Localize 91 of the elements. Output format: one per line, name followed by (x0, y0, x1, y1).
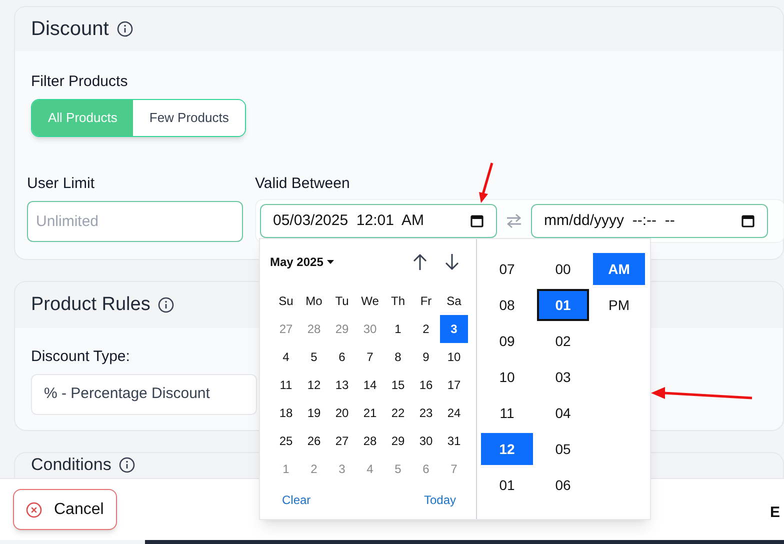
calendar-day[interactable]: 22 (384, 399, 412, 427)
select-field[interactable]: % - Percentage Discount (31, 374, 257, 415)
calendar-day[interactable]: 7 (440, 455, 468, 483)
section-title: Conditions (31, 455, 112, 475)
weekday-label: Tu (334, 293, 350, 310)
calendar-day[interactable]: 17 (440, 371, 468, 399)
calendar-day[interactable]: 11 (272, 371, 300, 399)
period-option[interactable]: PM (593, 289, 645, 321)
section-title: Product Rules (31, 292, 150, 317)
calendar-day[interactable]: 4 (272, 343, 300, 371)
weekday-label: Th (390, 293, 406, 310)
calendar-day[interactable]: 27 (328, 427, 356, 455)
calendar-day[interactable]: 1 (272, 455, 300, 483)
weekday-label: Mo (304, 293, 324, 310)
hour-option[interactable]: 08 (481, 289, 533, 321)
weekday-label: We (360, 293, 380, 310)
calendar-day[interactable]: 16 (412, 371, 440, 399)
minute-option[interactable]: 02 (537, 325, 589, 357)
calendar-day[interactable]: 28 (300, 315, 328, 343)
hour-option[interactable]: 10 (481, 361, 533, 393)
weekday-label: Su (278, 293, 294, 310)
input-field[interactable]: Unlimited (27, 201, 243, 242)
hour-option[interactable]: 09 (481, 325, 533, 357)
cancel-button[interactable]: Cancel (13, 489, 117, 530)
close-icon (26, 502, 42, 518)
calendar-day[interactable]: 5 (300, 343, 328, 371)
section-title: Discount (31, 17, 109, 42)
calendar-day[interactable]: 31 (440, 427, 468, 455)
calendar-day[interactable]: 28 (356, 427, 384, 455)
calendar-day[interactable]: 1 (384, 315, 412, 343)
calendar-day[interactable]: 2 (300, 455, 328, 483)
hour-option[interactable]: 01 (481, 469, 533, 501)
today-link[interactable]: Today (424, 491, 456, 509)
calendar-day[interactable]: 10 (440, 343, 468, 371)
month-dropdown[interactable]: May 2025 (270, 253, 334, 271)
datetime-field[interactable]: mm/dd/yyyy --:-- -- (531, 204, 768, 238)
info-icon (119, 457, 136, 473)
hour-option[interactable]: 07 (481, 253, 533, 285)
calendar-day[interactable]: 19 (300, 399, 328, 427)
calendar-day[interactable]: 21 (356, 399, 384, 427)
info-icon (116, 21, 133, 37)
info-icon (158, 297, 174, 313)
filter-option[interactable]: Few Products (133, 100, 245, 136)
arrow-up-icon[interactable] (412, 253, 428, 271)
clear-link[interactable]: Clear (282, 491, 311, 509)
calendar-day[interactable]: 13 (328, 371, 356, 399)
calendar-day[interactable]: 3 (440, 315, 468, 343)
calendar-day[interactable]: 5 (384, 455, 412, 483)
period-option[interactable]: AM (593, 253, 645, 285)
calendar-day[interactable]: 24 (440, 399, 468, 427)
minute-option[interactable]: 03 (537, 361, 589, 393)
calendar-day[interactable]: 6 (412, 455, 440, 483)
calendar-day[interactable]: 7 (356, 343, 384, 371)
weekday-label: Fr (419, 293, 433, 310)
calendar-day[interactable]: 9 (412, 343, 440, 371)
calendar-day[interactable]: 2 (412, 315, 440, 343)
calendar-day[interactable]: 18 (272, 399, 300, 427)
field-label: Discount Type: (31, 347, 130, 367)
minute-option[interactable]: 04 (537, 397, 589, 429)
hour-option[interactable]: 12 (481, 433, 533, 465)
minute-option[interactable]: 00 (537, 253, 589, 285)
weekday-label: Sa (446, 293, 462, 310)
calendar-day[interactable]: 8 (384, 343, 412, 371)
calendar-day[interactable]: 6 (328, 343, 356, 371)
calendar-day[interactable]: 12 (300, 371, 328, 399)
minute-option[interactable]: 01 (537, 289, 589, 321)
calendar-day[interactable]: 4 (356, 455, 384, 483)
calendar-day[interactable]: 30 (356, 315, 384, 343)
field-label: User Limit (27, 174, 95, 194)
calendar-day[interactable]: 26 (300, 427, 328, 455)
calendar-day[interactable]: 30 (412, 427, 440, 455)
button-label[interactable]: E (770, 502, 780, 524)
calendar-day[interactable]: 3 (328, 455, 356, 483)
annotation-arrow (478, 162, 494, 204)
calendar-day[interactable]: 20 (328, 399, 356, 427)
calendar-day[interactable]: 27 (272, 315, 300, 343)
minute-option[interactable]: 06 (537, 469, 589, 501)
minute-option[interactable]: 05 (537, 433, 589, 465)
calendar-day[interactable]: 14 (356, 371, 384, 399)
field-label: Filter Products (31, 72, 128, 92)
calendar-day[interactable]: 29 (328, 315, 356, 343)
calendar-day[interactable]: 25 (272, 427, 300, 455)
datetime-field[interactable]: 05/03/2025 12:01 AM (260, 204, 497, 238)
field-label: Valid Between (255, 174, 350, 194)
arrow-down-icon[interactable] (444, 253, 460, 271)
calendar-day[interactable]: 23 (412, 399, 440, 427)
calendar-day[interactable]: 15 (384, 371, 412, 399)
calendar-icon[interactable] (741, 214, 755, 228)
calendar-icon[interactable] (470, 214, 484, 228)
hour-option[interactable]: 11 (481, 397, 533, 429)
calendar-day[interactable]: 29 (384, 427, 412, 455)
